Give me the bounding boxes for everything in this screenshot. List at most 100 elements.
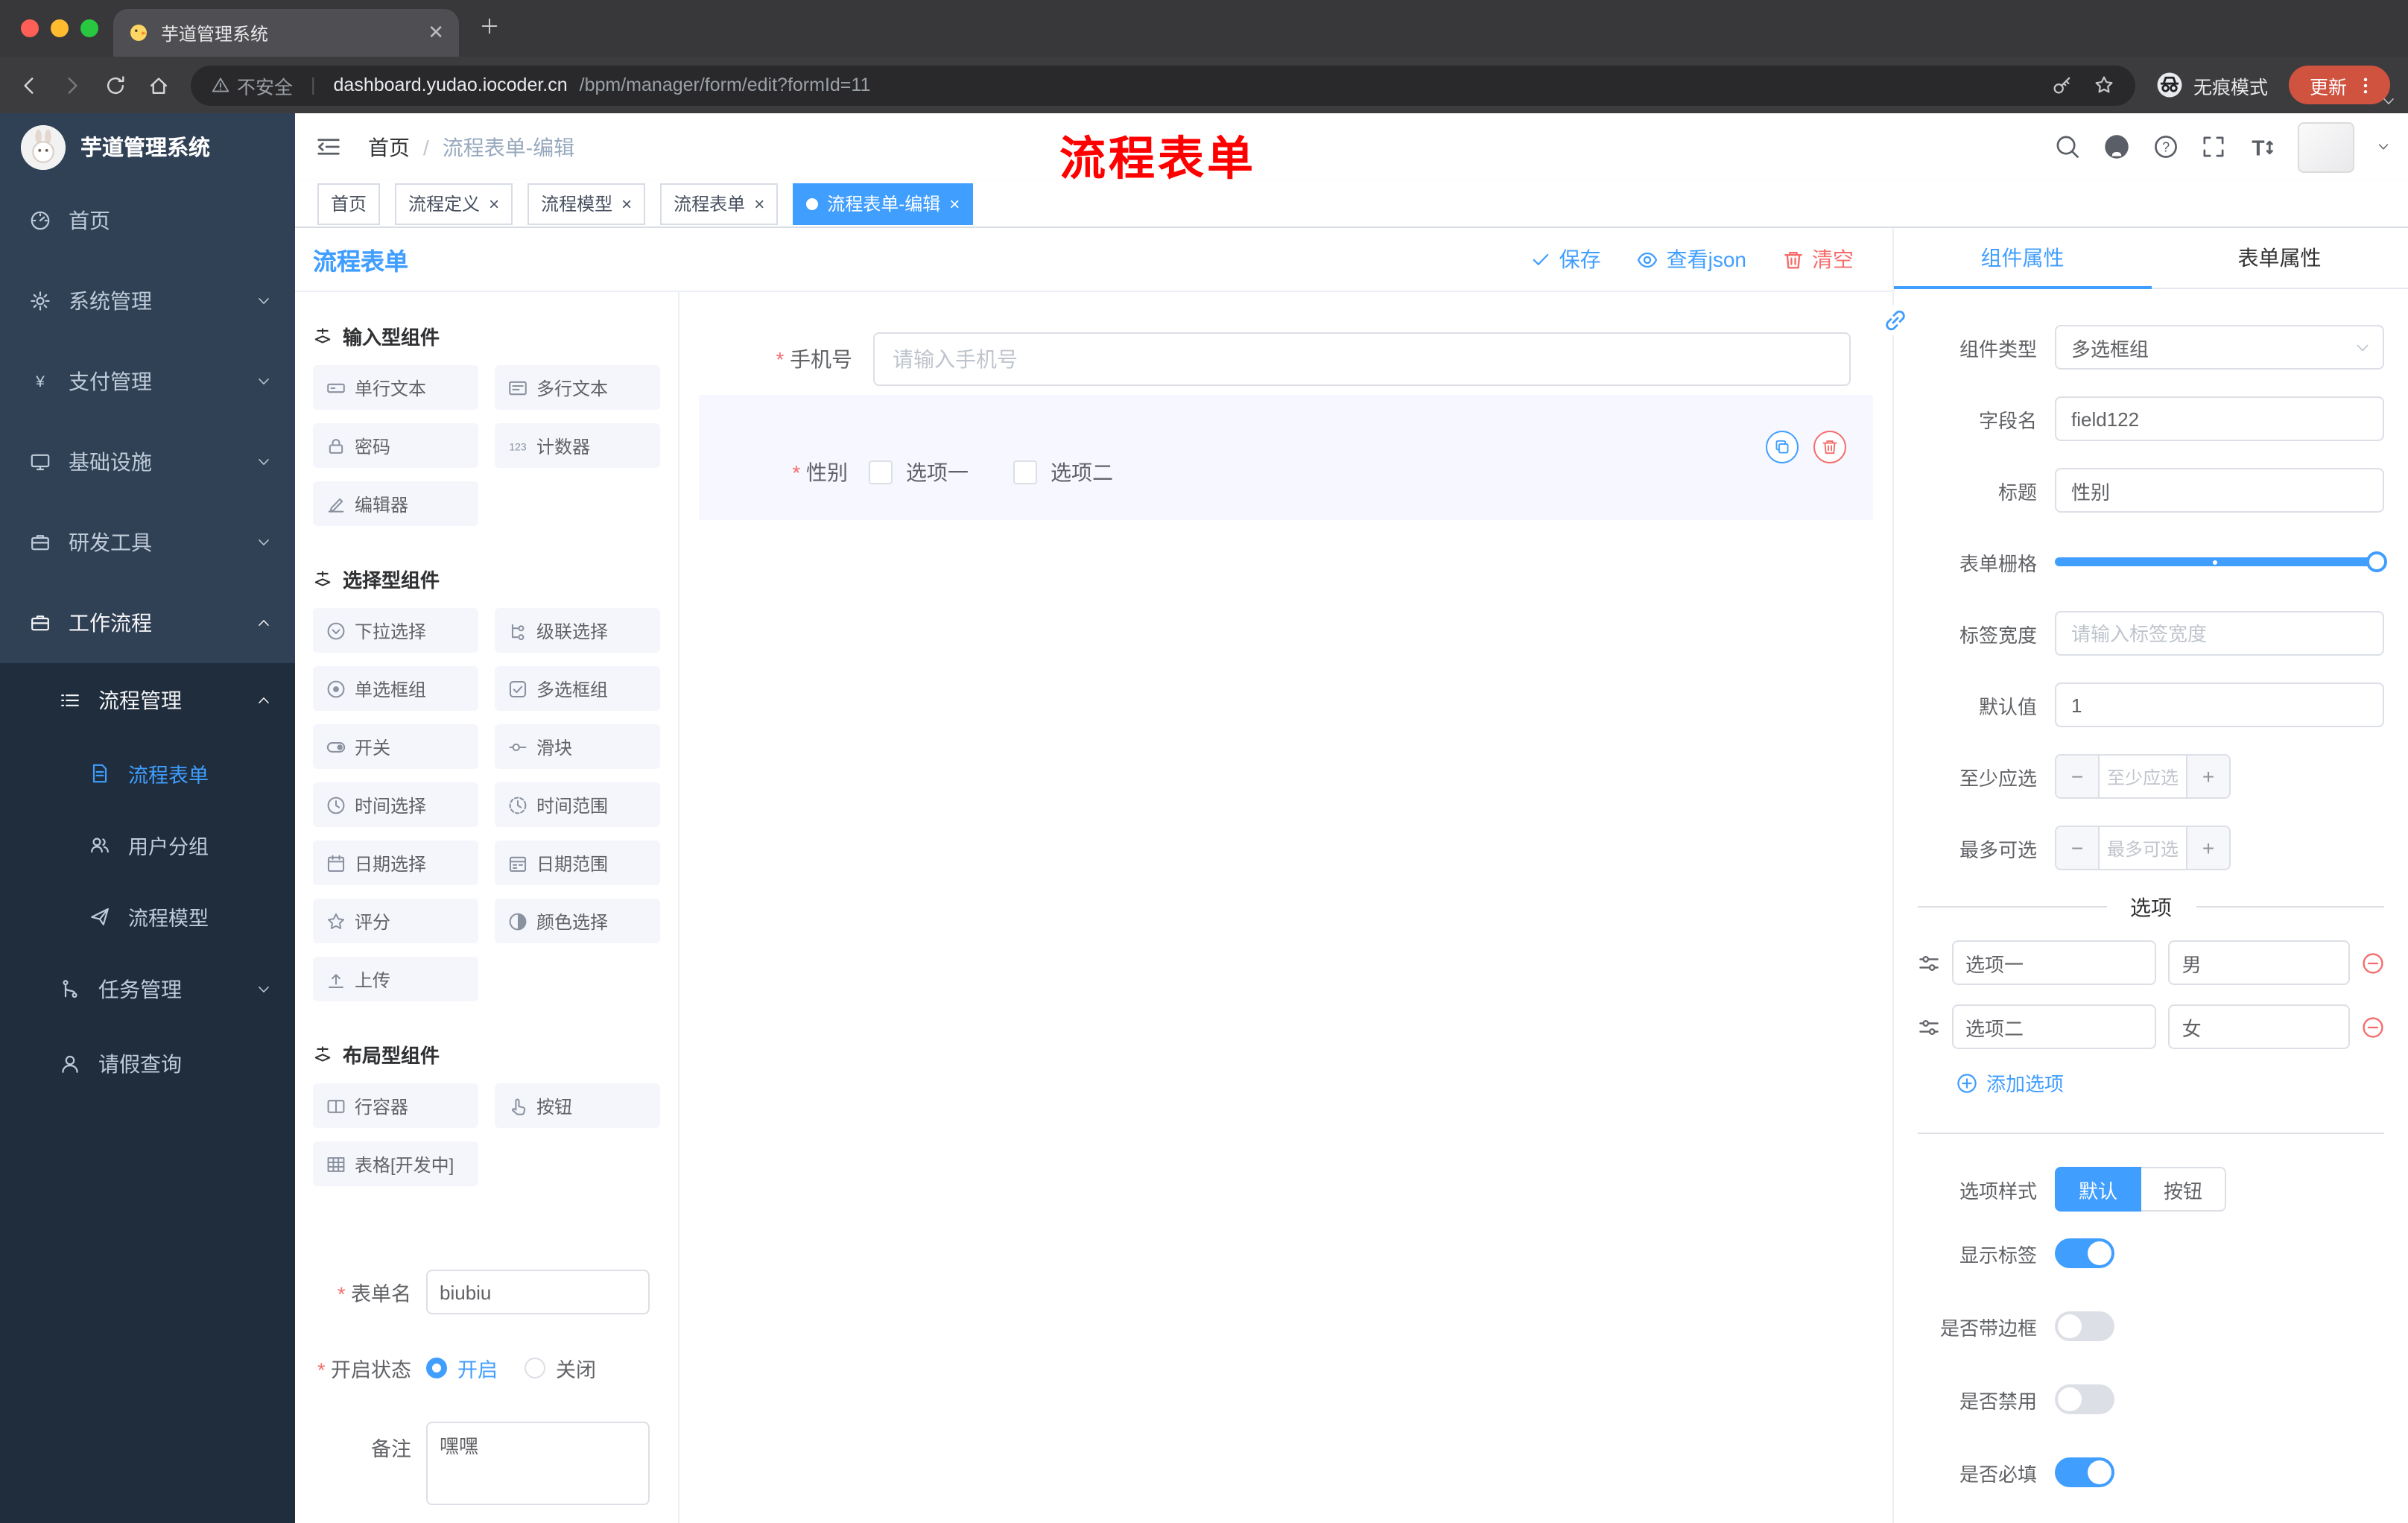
- remove-option-button[interactable]: [2362, 952, 2384, 974]
- sidebar-logo[interactable]: 芋道管理系统: [0, 113, 295, 180]
- chevron-down-icon[interactable]: [256, 294, 271, 308]
- toolbar-overflow-chevron[interactable]: [2381, 94, 2396, 109]
- remove-option-button[interactable]: [2362, 1016, 2384, 1038]
- sidebar-item-process-mgmt[interactable]: 流程管理: [0, 663, 295, 738]
- new-tab-button[interactable]: [480, 16, 499, 36]
- palette-item-date-range[interactable]: 日期范围: [495, 840, 660, 885]
- delete-field-button[interactable]: [1813, 431, 1846, 463]
- bookmark-star-icon[interactable]: [2094, 75, 2114, 95]
- palette-item-password[interactable]: 密码: [313, 423, 478, 468]
- sidebar-item-home[interactable]: 首页: [0, 180, 295, 261]
- palette-item-upload[interactable]: 上传: [313, 957, 478, 1001]
- stepper-increase-button[interactable]: +: [2186, 756, 2229, 797]
- palette-item-counter[interactable]: 123 计数器: [495, 423, 660, 468]
- toggle-bordered[interactable]: [2055, 1311, 2114, 1341]
- page-tag-process-definition[interactable]: 流程定义 ×: [395, 183, 513, 224]
- chevron-down-icon[interactable]: [256, 374, 271, 389]
- palette-item-select[interactable]: 下拉选择: [313, 608, 478, 653]
- tag-close-icon[interactable]: ×: [949, 194, 960, 212]
- title-input[interactable]: [2055, 468, 2384, 513]
- tab-form-props[interactable]: 表单属性: [2151, 228, 2408, 288]
- form-name-input[interactable]: [426, 1270, 650, 1314]
- palette-item-table-dev[interactable]: 表格[开发中]: [313, 1142, 478, 1186]
- slider-handle[interactable]: [2366, 551, 2387, 572]
- palette-item-multi-line-text[interactable]: 多行文本: [495, 365, 660, 410]
- palette-item-date-picker[interactable]: 日期选择: [313, 840, 478, 885]
- component-type-select[interactable]: 多选框组: [2055, 325, 2384, 370]
- copy-field-button[interactable]: [1766, 431, 1799, 463]
- sidebar-item-infrastructure[interactable]: 基础设施: [0, 422, 295, 502]
- default-value-input[interactable]: [2055, 683, 2384, 727]
- field-phone[interactable]: 手机号: [679, 332, 1892, 386]
- sidebar-item-process-form[interactable]: 流程表单: [0, 738, 295, 809]
- chevron-down-icon[interactable]: [256, 982, 271, 997]
- stepper-increase-button[interactable]: +: [2186, 827, 2229, 869]
- palette-item-checkbox-group[interactable]: 多选框组: [495, 666, 660, 711]
- forward-icon[interactable]: [61, 74, 83, 96]
- checkbox-option-2[interactable]: 选项二: [1013, 457, 1113, 487]
- option-label-input[interactable]: [1952, 940, 2157, 985]
- form-remark-textarea[interactable]: 嘿嘿: [426, 1422, 650, 1505]
- sidebar-item-user-group[interactable]: 用户分组: [0, 809, 295, 881]
- min-select-value[interactable]: 至少应选: [2100, 756, 2186, 797]
- checkbox-option-1[interactable]: 选项一: [869, 457, 969, 487]
- tag-close-icon[interactable]: ×: [621, 194, 632, 212]
- palette-item-time-picker[interactable]: 时间选择: [313, 782, 478, 827]
- label-width-input[interactable]: [2055, 611, 2384, 656]
- palette-item-editor[interactable]: 编辑器: [313, 481, 478, 526]
- key-icon[interactable]: [2052, 75, 2073, 95]
- sidebar-item-workflow[interactable]: 工作流程: [0, 583, 295, 663]
- palette-item-button[interactable]: 按钮: [495, 1083, 660, 1128]
- sidebar-item-system-mgmt[interactable]: 系统管理: [0, 261, 295, 341]
- palette-item-row-container[interactable]: 行容器: [313, 1083, 478, 1128]
- field-name-input[interactable]: [2055, 396, 2384, 441]
- browser-menu-icon[interactable]: [2356, 75, 2375, 95]
- stepper-decrease-button[interactable]: −: [2056, 756, 2100, 797]
- view-json-button[interactable]: 查看json: [1637, 244, 1746, 274]
- option-value-input[interactable]: [2168, 940, 2350, 985]
- tab-component-props[interactable]: 组件属性: [1894, 228, 2151, 289]
- clear-button[interactable]: 清空: [1782, 244, 1854, 274]
- radio-disabled[interactable]: 关闭: [525, 1353, 596, 1383]
- option-drag-icon[interactable]: [1918, 952, 1940, 974]
- back-icon[interactable]: [18, 74, 40, 96]
- page-tag-process-form-edit[interactable]: 流程表单-编辑 ×: [793, 183, 974, 224]
- chevron-up-icon[interactable]: [256, 693, 271, 708]
- fullscreen-icon[interactable]: [2201, 134, 2226, 159]
- palette-item-switch[interactable]: 开关: [313, 724, 478, 769]
- toggle-show-label[interactable]: [2055, 1238, 2114, 1268]
- palette-item-cascader[interactable]: 级联选择: [495, 608, 660, 653]
- tab-close-icon[interactable]: ✕: [428, 21, 444, 45]
- palette-item-slider[interactable]: 滑块: [495, 724, 660, 769]
- field-gender-selected[interactable]: 性别 选项一 选项二: [699, 395, 1873, 520]
- chevron-down-icon[interactable]: [256, 535, 271, 550]
- avatar-caret-icon[interactable]: [2377, 140, 2390, 153]
- reload-icon[interactable]: [104, 74, 127, 96]
- radio-enabled[interactable]: 开启: [426, 1353, 498, 1383]
- sidebar-item-dev-tools[interactable]: 研发工具: [0, 502, 295, 583]
- max-select-value[interactable]: 最多可选: [2100, 827, 2186, 869]
- save-button[interactable]: 保存: [1531, 244, 1601, 274]
- user-avatar[interactable]: [2298, 121, 2354, 172]
- option-label-input[interactable]: [1952, 1004, 2157, 1049]
- palette-item-color-picker[interactable]: 颜色选择: [495, 899, 660, 943]
- url-bar[interactable]: 不安全 | dashboard.yudao.iocoder.cn /bpm/ma…: [191, 65, 2135, 105]
- close-window-button[interactable]: [21, 19, 39, 37]
- palette-item-single-line-text[interactable]: 单行文本: [313, 365, 478, 410]
- option-value-input[interactable]: [2168, 1004, 2350, 1049]
- add-option-button[interactable]: 添加选项: [1956, 1068, 2384, 1097]
- sidebar-item-process-model[interactable]: 流程模型: [0, 881, 295, 952]
- link-badge[interactable]: [1881, 305, 1910, 335]
- sidebar-item-leave-query[interactable]: 请假查询: [0, 1027, 295, 1101]
- palette-item-rate[interactable]: 评分: [313, 899, 478, 943]
- palette-item-radio-group[interactable]: 单选框组: [313, 666, 478, 711]
- tag-close-icon[interactable]: ×: [489, 194, 499, 212]
- page-tag-home[interactable]: 首页: [317, 183, 381, 224]
- sidebar-item-payment-mgmt[interactable]: ¥ 支付管理: [0, 341, 295, 422]
- help-icon[interactable]: ?: [2153, 134, 2179, 159]
- page-tag-process-form[interactable]: 流程表单 ×: [660, 183, 779, 224]
- update-button[interactable]: 更新: [2288, 66, 2390, 104]
- security-warning[interactable]: 不安全: [212, 71, 293, 99]
- tag-close-icon[interactable]: ×: [754, 194, 764, 212]
- field-phone-input[interactable]: [873, 332, 1851, 386]
